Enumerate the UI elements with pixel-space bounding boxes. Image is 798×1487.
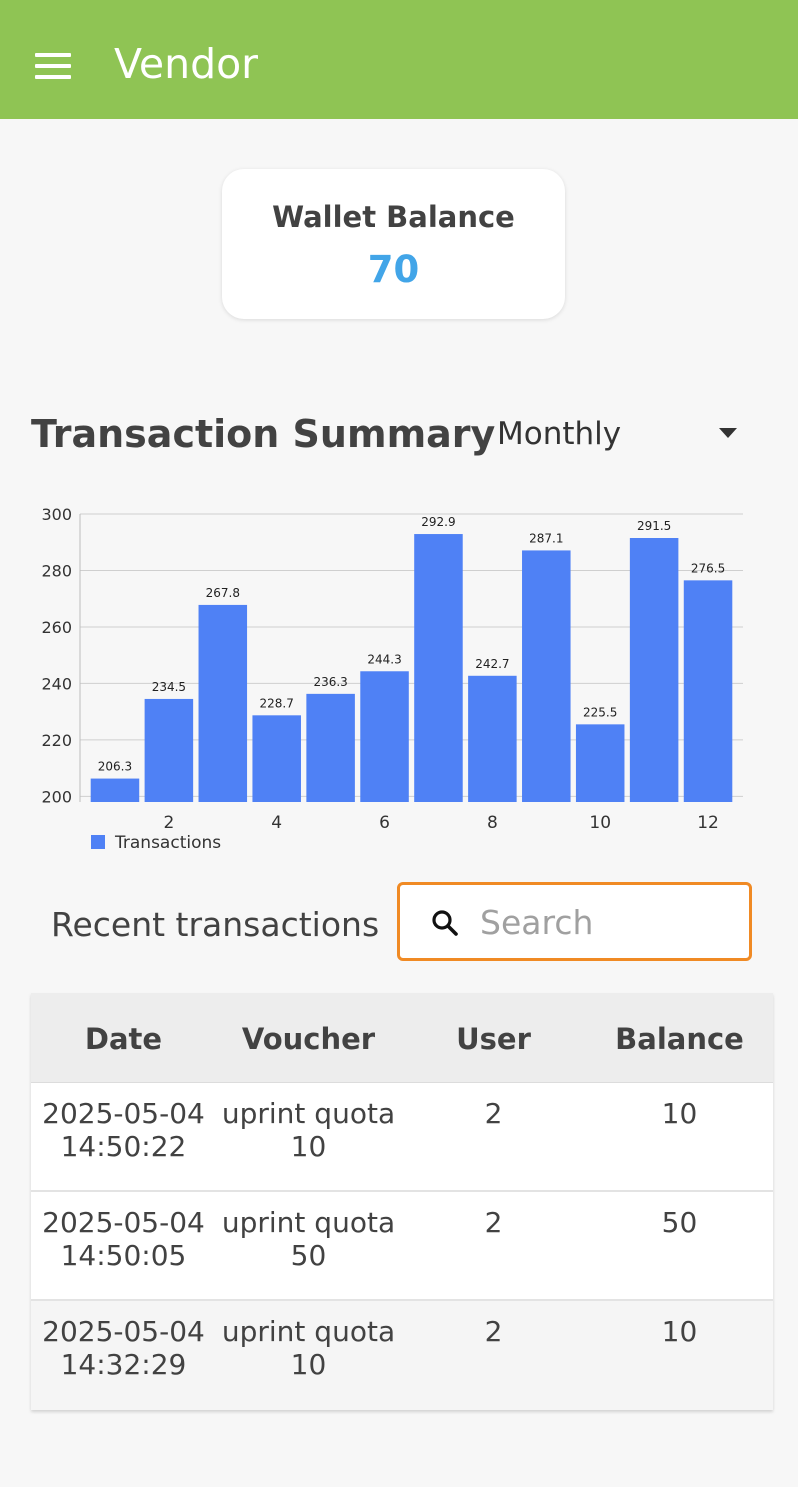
wallet-balance-amount: 70 — [367, 248, 420, 291]
y-tick-label: 220 — [41, 731, 72, 750]
bar — [575, 724, 625, 802]
period-selected-value: Monthly — [497, 416, 622, 452]
transaction-summary-title: Transaction Summary — [31, 412, 496, 456]
table-row[interactable]: 2025-05-04 14:50:22 uprint quota 10 2 10 — [31, 1083, 773, 1192]
wallet-balance-card: Wallet Balance 70 — [222, 169, 565, 319]
y-tick-label: 200 — [41, 787, 72, 806]
bar — [468, 675, 517, 802]
y-tick-label: 240 — [41, 674, 72, 693]
data-label: 206.3 — [98, 760, 132, 774]
data-label: 267.8 — [206, 586, 240, 600]
y-tick-label: 260 — [41, 618, 72, 637]
cell-voucher: uprint quota 10 — [221, 1097, 396, 1163]
data-label: 236.3 — [313, 675, 347, 689]
column-header-user[interactable]: User — [401, 1019, 586, 1059]
cell-voucher: uprint quota 50 — [221, 1206, 396, 1272]
bar — [629, 538, 679, 802]
y-tick-label: 280 — [41, 561, 72, 580]
cell-user: 2 — [484, 1097, 503, 1130]
bar — [90, 778, 140, 802]
x-tick-label: 6 — [379, 813, 390, 833]
column-header-date[interactable]: Date — [31, 1019, 216, 1059]
legend-swatch — [91, 835, 105, 849]
column-header-balance[interactable]: Balance — [586, 1019, 773, 1059]
app-bar: Vendor — [0, 0, 798, 119]
cell-date: 2025-05-04 14:32:29 — [42, 1315, 205, 1381]
recent-transactions-title: Recent transactions — [51, 905, 380, 944]
x-tick-label: 10 — [589, 813, 611, 833]
bar — [414, 534, 463, 802]
data-label: 244.3 — [367, 652, 401, 666]
bar — [306, 693, 355, 802]
search-input[interactable] — [480, 897, 730, 947]
legend-label: Transactions — [114, 833, 221, 853]
data-label: 234.5 — [152, 680, 186, 694]
cell-date: 2025-05-04 14:50:22 — [42, 1097, 205, 1163]
cell-date: 2025-05-04 14:50:05 — [42, 1206, 205, 1272]
column-header-voucher[interactable]: Voucher — [216, 1019, 401, 1059]
bar — [522, 550, 571, 802]
data-label: 276.5 — [691, 561, 725, 575]
transactions-table: Date Voucher User Balance 2025-05-04 14:5… — [31, 993, 773, 1410]
app-title: Vendor — [114, 40, 259, 88]
data-label: 242.7 — [475, 657, 509, 671]
bar — [144, 698, 194, 802]
bar — [198, 604, 248, 802]
dropdown-arrow-icon[interactable] — [719, 428, 737, 438]
bar — [683, 580, 733, 802]
y-tick-label: 300 — [41, 505, 72, 524]
cell-user: 2 — [484, 1206, 503, 1239]
search-box[interactable] — [397, 882, 752, 961]
data-label: 291.5 — [637, 519, 671, 533]
x-tick-label: 12 — [697, 813, 719, 833]
data-label: 228.7 — [260, 696, 294, 710]
cell-user: 2 — [484, 1315, 503, 1348]
search-icon — [432, 910, 458, 936]
x-tick-label: 4 — [271, 813, 282, 833]
menu-icon[interactable] — [35, 53, 71, 79]
x-tick-label: 8 — [487, 813, 498, 833]
data-label: 225.5 — [583, 705, 617, 719]
transaction-chart: 200 220 240 260 280 300 206.3 234.5 267.8 228.7 23… — [30, 500, 760, 860]
data-label: 287.1 — [529, 531, 563, 545]
bar — [252, 715, 301, 802]
cell-voucher: uprint quota 10 — [221, 1315, 396, 1381]
wallet-balance-label: Wallet Balance — [272, 200, 515, 234]
cell-balance: 50 — [661, 1206, 698, 1239]
x-tick-label: 2 — [163, 813, 174, 833]
table-row[interactable]: 2025-05-04 14:50:05 uprint quota 50 2 50 — [31, 1192, 773, 1301]
table-header: Date Voucher User Balance — [31, 993, 773, 1083]
data-label: 292.9 — [421, 515, 455, 529]
table-row[interactable]: 2025-05-04 14:32:29 uprint quota 10 2 10 — [31, 1301, 773, 1410]
cell-balance: 10 — [661, 1315, 698, 1348]
cell-balance: 10 — [661, 1097, 698, 1130]
bar-chart: 200 220 240 260 280 300 206.3 234.5 267.8 228.7 23… — [41, 505, 743, 853]
bar — [360, 671, 409, 802]
period-dropdown[interactable]: Monthly — [497, 410, 747, 458]
